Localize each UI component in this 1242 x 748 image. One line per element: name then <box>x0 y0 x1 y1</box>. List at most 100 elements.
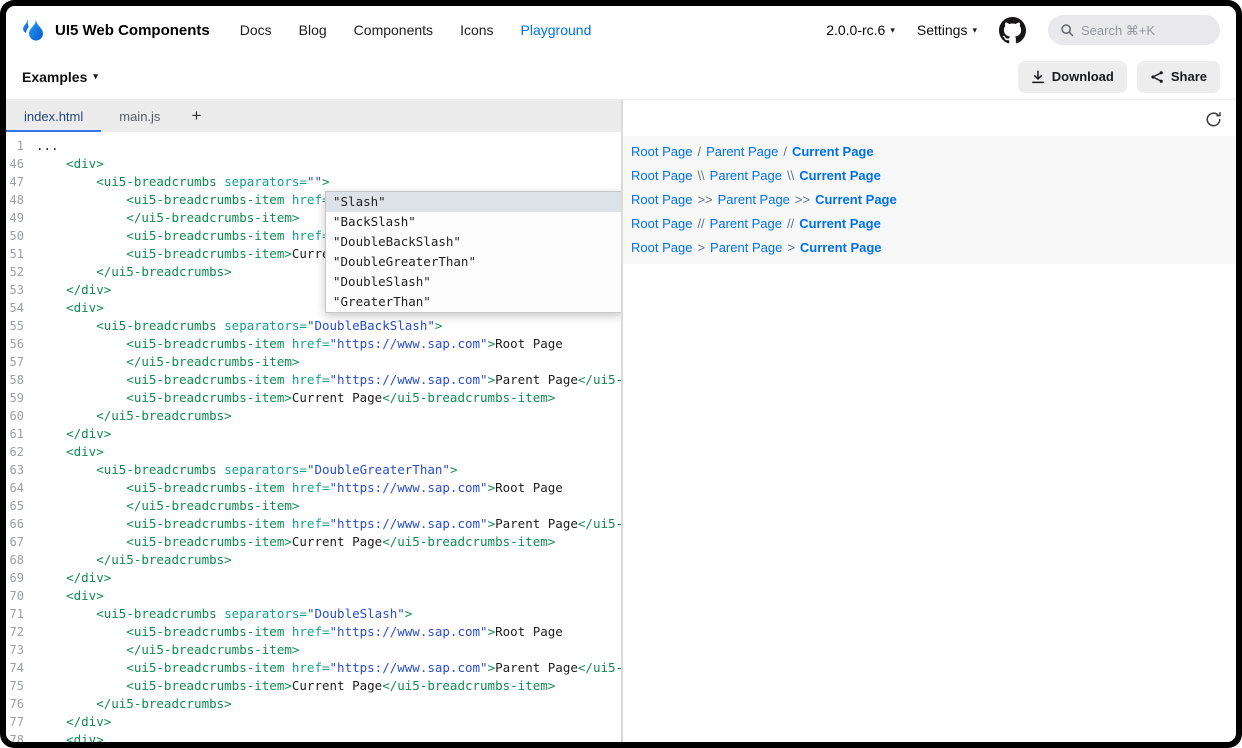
code-line: 59 <ui5-breadcrumbs-item>Current Page</u… <box>6 389 621 407</box>
suggest-item[interactable]: "DoubleSlash" <box>326 272 621 292</box>
line-number: 71 <box>6 605 36 623</box>
nav-item-icons[interactable]: Icons <box>460 22 493 38</box>
breadcrumb-link[interactable]: Root Page <box>631 240 692 255</box>
line-text: </div> <box>36 281 111 299</box>
line-number: 47 <box>6 173 36 191</box>
line-text: </div> <box>36 713 111 731</box>
search-input[interactable] <box>1081 23 1208 38</box>
breadcrumb-current[interactable]: Current Page <box>799 168 881 183</box>
line-text: </div> <box>36 569 111 587</box>
line-number: 77 <box>6 713 36 731</box>
breadcrumb-link[interactable]: Parent Page <box>710 168 782 183</box>
settings-label: Settings <box>917 22 968 38</box>
breadcrumb: Root Page \\ Parent Page \\ Current Page <box>623 164 1236 188</box>
code-line: 78 <div> <box>6 731 621 742</box>
line-number: 59 <box>6 389 36 407</box>
nav-item-docs[interactable]: Docs <box>240 22 272 38</box>
line-number: 48 <box>6 191 36 209</box>
nav-item-playground[interactable]: Playground <box>521 22 592 38</box>
suggest-item[interactable]: "Slash" <box>326 192 621 212</box>
download-icon <box>1031 70 1045 84</box>
breadcrumb: Root Page>>Parent Page>>Current Page <box>623 188 1236 212</box>
code-line: 63 <ui5-breadcrumbs separators="DoubleGr… <box>6 461 621 479</box>
line-text: <ui5-breadcrumbs separators=""> <box>36 173 330 191</box>
line-number: 46 <box>6 155 36 173</box>
version-menu[interactable]: 2.0.0-rc.6 ▾ <box>826 22 895 38</box>
breadcrumb-current[interactable]: Current Page <box>792 144 874 159</box>
breadcrumb-link[interactable]: Root Page <box>631 144 692 159</box>
line-number: 53 <box>6 281 36 299</box>
line-text: <ui5-breadcrumbs-item href="https://www.… <box>36 371 621 389</box>
refresh-button[interactable] <box>1203 109 1224 133</box>
brand[interactable]: UI5 Web Components <box>20 17 210 44</box>
line-text: <ui5-breadcrumbs-item>Current Page</ui5-… <box>36 677 555 695</box>
breadcrumb-separator: \\ <box>787 168 794 183</box>
line-number: 74 <box>6 659 36 677</box>
line-number: 76 <box>6 695 36 713</box>
code-line: 68 </ui5-breadcrumbs> <box>6 551 621 569</box>
line-text: <ui5-breadcrumbs separators="DoubleBackS… <box>36 317 442 335</box>
line-number: 67 <box>6 533 36 551</box>
code-line: 1... <box>6 137 621 155</box>
line-text: <ui5-breadcrumbs-item href="https://www.… <box>36 515 621 533</box>
ui5-logo-icon <box>20 17 47 44</box>
download-button[interactable]: Download <box>1018 61 1127 93</box>
line-text: <ui5-breadcrumbs-item>Current Page</ui5-… <box>36 533 555 551</box>
line-text: <ui5-breadcrumbs-item href="https://www.… <box>36 335 563 353</box>
breadcrumb-current[interactable]: Current Page <box>815 192 897 207</box>
editor-tabs: index.htmlmain.js+ <box>6 100 621 132</box>
line-number: 73 <box>6 641 36 659</box>
examples-menu[interactable]: Examples ▾ <box>22 69 98 85</box>
line-number: 50 <box>6 227 36 245</box>
code-line: 75 <ui5-breadcrumbs-item>Current Page</u… <box>6 677 621 695</box>
tab-main.js[interactable]: main.js <box>101 100 178 132</box>
download-label: Download <box>1052 69 1114 84</box>
breadcrumb-link[interactable]: Parent Page <box>710 216 782 231</box>
line-number: 63 <box>6 461 36 479</box>
github-link[interactable] <box>999 17 1026 44</box>
line-number: 49 <box>6 209 36 227</box>
main-split: index.htmlmain.js+ 1...46 <div> 47 <ui5-b… <box>6 100 1236 742</box>
suggest-item[interactable]: "BackSlash" <box>326 212 621 232</box>
share-button[interactable]: Share <box>1137 61 1220 93</box>
code-line: 64 <ui5-breadcrumbs-item href="https://w… <box>6 479 621 497</box>
code-line: 71 <ui5-breadcrumbs separators="DoubleSl… <box>6 605 621 623</box>
line-number: 70 <box>6 587 36 605</box>
code-line: 72 <ui5-breadcrumbs-item href="https://w… <box>6 623 621 641</box>
tab-index.html[interactable]: index.html <box>6 100 101 132</box>
line-text: </div> <box>36 425 111 443</box>
refresh-icon <box>1205 111 1222 128</box>
line-text: </ui5-breadcrumbs-item> <box>36 209 299 227</box>
suggest-item[interactable]: "GreaterThan" <box>326 292 621 312</box>
nav-item-components[interactable]: Components <box>354 22 433 38</box>
breadcrumb-link[interactable]: Parent Page <box>706 144 778 159</box>
breadcrumb-current[interactable]: Current Page <box>799 216 881 231</box>
breadcrumb-separator: \\ <box>697 168 704 183</box>
suggest-widget: "Slash""BackSlash""DoubleBackSlash""Doub… <box>325 191 621 313</box>
code-line: 66 <ui5-breadcrumbs-item href="https://w… <box>6 515 621 533</box>
line-text: <ui5-breadcrumbs-item href="https://www.… <box>36 623 563 641</box>
chevron-down-icon: ▾ <box>93 72 98 81</box>
chevron-down-icon: ▾ <box>972 26 977 35</box>
search-box[interactable] <box>1048 15 1220 45</box>
breadcrumb-link[interactable]: Parent Page <box>710 240 782 255</box>
settings-menu[interactable]: Settings ▾ <box>917 22 977 38</box>
nav-item-blog[interactable]: Blog <box>299 22 327 38</box>
new-tab-button[interactable]: + <box>178 100 214 132</box>
breadcrumb-current[interactable]: Current Page <box>800 240 882 255</box>
examples-toolbar: Examples ▾ Download Sh <box>6 54 1236 100</box>
line-text: <div> <box>36 443 104 461</box>
breadcrumb-link[interactable]: Root Page <box>631 168 692 183</box>
code-line: 58 <ui5-breadcrumbs-item href="https://w… <box>6 371 621 389</box>
code-line: 55 <ui5-breadcrumbs separators="DoubleBa… <box>6 317 621 335</box>
code-line: 65 </ui5-breadcrumbs-item> <box>6 497 621 515</box>
code-line: 62 <div> <box>6 443 621 461</box>
suggest-item[interactable]: "DoubleBackSlash" <box>326 232 621 252</box>
suggest-item[interactable]: "DoubleGreaterThan" <box>326 252 621 272</box>
breadcrumb-link[interactable]: Parent Page <box>718 192 790 207</box>
code-area[interactable]: 1...46 <div> 47 <ui5-breadcrumbs separato… <box>6 132 621 742</box>
breadcrumb-link[interactable]: Root Page <box>631 192 692 207</box>
code-line: 69 </div> <box>6 569 621 587</box>
line-number: 54 <box>6 299 36 317</box>
breadcrumb-link[interactable]: Root Page <box>631 216 692 231</box>
